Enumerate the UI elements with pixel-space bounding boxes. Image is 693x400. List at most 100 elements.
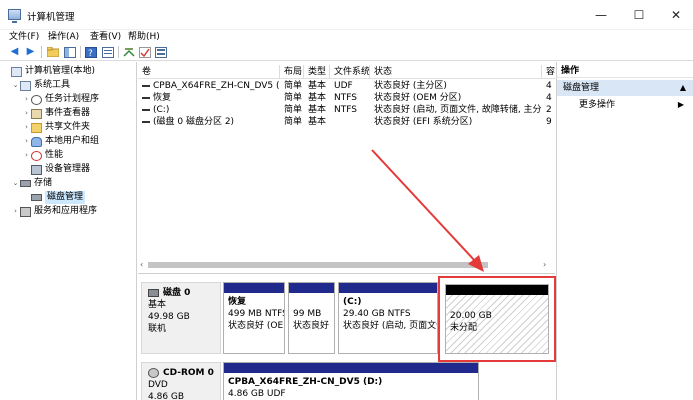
users-icon (31, 136, 42, 147)
disk-size: 49.98 GB (148, 312, 190, 322)
disk-0-label[interactable]: 磁盘 0 基本 49.98 GB 联机 (141, 282, 221, 354)
column-capacity[interactable]: 容 (542, 65, 555, 79)
up-folder-icon[interactable] (46, 46, 59, 58)
volume-filesystem: UDF (334, 81, 353, 91)
tree-item-task-scheduler[interactable]: › 任务计划程序 (22, 93, 99, 106)
clock-icon (31, 94, 42, 105)
check-icon[interactable] (138, 46, 151, 58)
tree-item-label: 性能 (45, 150, 64, 160)
folder-icon (31, 122, 42, 133)
tree-item-shared-folders[interactable]: › 共享文件夹 (22, 121, 90, 134)
properties-icon[interactable] (101, 46, 114, 58)
tree-item-label: 系统工具 (34, 80, 71, 90)
table-row[interactable]: (C:) 简单 基本 NTFS 状态良好 (启动, 页面文件, 故障转储, 主分… (138, 104, 555, 116)
back-arrow-icon[interactable]: ◀ (8, 46, 21, 58)
scroll-left-icon[interactable]: ‹ (140, 259, 143, 271)
scrollbar-thumb[interactable] (148, 262, 488, 268)
actions-section-disk-management[interactable]: 磁盘管理 ▲ (557, 80, 693, 96)
event-viewer-icon (31, 108, 42, 119)
tree-item-computer-management[interactable]: 计算机管理(本地) (2, 65, 95, 78)
volume-name: CPBA_X64FRE_ZH-CN_DV5 (D:) (138, 80, 280, 92)
tree-item-label: 事件查看器 (45, 108, 91, 118)
tree-item-event-viewer[interactable]: › 事件查看器 (22, 107, 90, 120)
disk-size: 4.86 GB (148, 392, 185, 400)
volume-type: 基本 (308, 81, 327, 91)
chevron-right-icon[interactable]: › (22, 135, 31, 148)
partition-efi[interactable]: 99 MB 状态良好 (288, 282, 335, 354)
tools-icon (20, 80, 31, 91)
chevron-right-icon[interactable]: › (22, 121, 31, 134)
menu-file[interactable]: 文件(F) (9, 30, 39, 44)
chevron-right-icon[interactable]: › (11, 205, 20, 218)
horizontal-scrollbar[interactable]: ‹ › (138, 259, 555, 271)
partition-size: 499 MB NTFS (228, 309, 284, 319)
tree-item-local-users[interactable]: › 本地用户和组 (22, 135, 99, 148)
volume-capacity: 9 (546, 117, 552, 127)
connect-icon[interactable] (122, 46, 135, 58)
volume-capacity: 2 (546, 105, 552, 115)
tree-item-label: 任务计划程序 (45, 94, 100, 104)
tree-item-services-apps[interactable]: › 服务和应用程序 (11, 205, 97, 218)
tree-item-label: 存储 (34, 178, 53, 188)
volume-type: 基本 (308, 105, 327, 115)
toolbar-divider (80, 46, 81, 58)
title-bar: 计算机管理 — ☐ ✕ (0, 0, 693, 30)
disk-management-icon (31, 194, 42, 201)
menu-help[interactable]: 帮助(H) (128, 30, 160, 44)
more-actions[interactable]: 更多操作 ▶ (557, 98, 693, 112)
column-type[interactable]: 类型 (304, 65, 330, 79)
toolbar-divider (41, 46, 42, 58)
volume-name: (磁盘 0 磁盘分区 2) (138, 116, 280, 128)
menu-action[interactable]: 操作(A) (48, 30, 79, 44)
partition-status: 状态良好 (OEM (228, 321, 284, 331)
help-icon[interactable]: ? (84, 46, 97, 58)
chevron-right-icon[interactable]: › (22, 149, 31, 162)
chevron-right-icon[interactable]: › (22, 107, 31, 120)
partition-title (293, 296, 334, 308)
collapse-icon[interactable]: ▲ (680, 80, 686, 96)
volume-layout: 简单 (284, 93, 303, 103)
tree-item-storage[interactable]: ⌄ 存储 (11, 177, 52, 190)
volume-status: 状态良好 (启动, 页面文件, 故障转储, 主分区) (374, 105, 542, 115)
column-status[interactable]: 状态 (370, 65, 542, 79)
table-row[interactable]: CPBA_X64FRE_ZH-CN_DV5 (D:) 简单 基本 UDF 状态良… (138, 80, 555, 92)
partition-size: 99 MB (293, 309, 322, 319)
chevron-down-icon[interactable]: ⌄ (11, 177, 20, 190)
partition-c[interactable]: (C:) 29.40 GB NTFS 状态良好 (启动, 页面文件 (338, 282, 438, 354)
close-button[interactable]: ✕ (653, 4, 693, 26)
tree-item-system-tools[interactable]: ⌄ 系统工具 (11, 79, 70, 92)
tree-item-disk-management[interactable]: 磁盘管理 (22, 191, 86, 204)
menu-view[interactable]: 查看(V) (90, 30, 121, 44)
volume-status: 状态良好 (主分区) (374, 81, 447, 91)
navigation-tree: 计算机管理(本地) ⌄ 系统工具 › 任务计划程序 › 事件查看器 › 共享文件… (0, 62, 137, 400)
volume-status: 状态良好 (OEM 分区) (374, 93, 462, 103)
computer-management-icon (8, 9, 21, 23)
forward-arrow-icon[interactable]: ▶ (24, 46, 37, 58)
disk-name: CD-ROM 0 (163, 368, 214, 378)
volume-layout: 简单 (284, 105, 303, 115)
tree-item-performance[interactable]: › 性能 (22, 149, 63, 162)
column-filesystem[interactable]: 文件系统 (330, 65, 370, 79)
chevron-down-icon[interactable]: ⌄ (11, 79, 20, 92)
cdrom-0-label[interactable]: CD-ROM 0 DVD 4.86 GB (141, 362, 221, 400)
chevron-right-icon: ▶ (677, 100, 684, 109)
list-icon[interactable] (154, 46, 167, 58)
tree-item-device-manager[interactable]: 设备管理器 (22, 163, 90, 176)
partition-status: 状态良好 (启动, 页面文件 (343, 321, 437, 331)
column-layout[interactable]: 布局 (280, 65, 304, 79)
volume-list: 卷 布局 类型 文件系统 状态 容 CPBA_X64FRE_ZH-CN_DV5 … (138, 62, 555, 273)
column-volume[interactable]: 卷 (138, 65, 280, 79)
partition-recovery[interactable]: 恢复 499 MB NTFS 状态良好 (OEM (223, 282, 285, 354)
table-row[interactable]: (磁盘 0 磁盘分区 2) 简单 基本 状态良好 (EFI 系统分区) 9 (138, 116, 555, 128)
partition-dvd[interactable]: CPBA_X64FRE_ZH-CN_DV5 (D:) 4.86 GB UDF (223, 362, 479, 400)
table-row[interactable]: 恢复 简单 基本 NTFS 状态良好 (OEM 分区) 4 (138, 92, 555, 104)
chevron-right-icon[interactable]: › (22, 93, 31, 106)
partition-title: 恢复 (228, 297, 247, 307)
more-actions-label: 更多操作 (579, 100, 616, 110)
show-tree-icon[interactable] (63, 46, 76, 58)
volume-capacity: 4 (546, 81, 552, 91)
menu-bar: 文件(F) 操作(A) 查看(V) 帮助(H) (0, 30, 693, 44)
scroll-right-icon[interactable]: › (543, 259, 546, 271)
volume-name: (C:) (138, 104, 280, 116)
storage-icon (20, 180, 31, 187)
